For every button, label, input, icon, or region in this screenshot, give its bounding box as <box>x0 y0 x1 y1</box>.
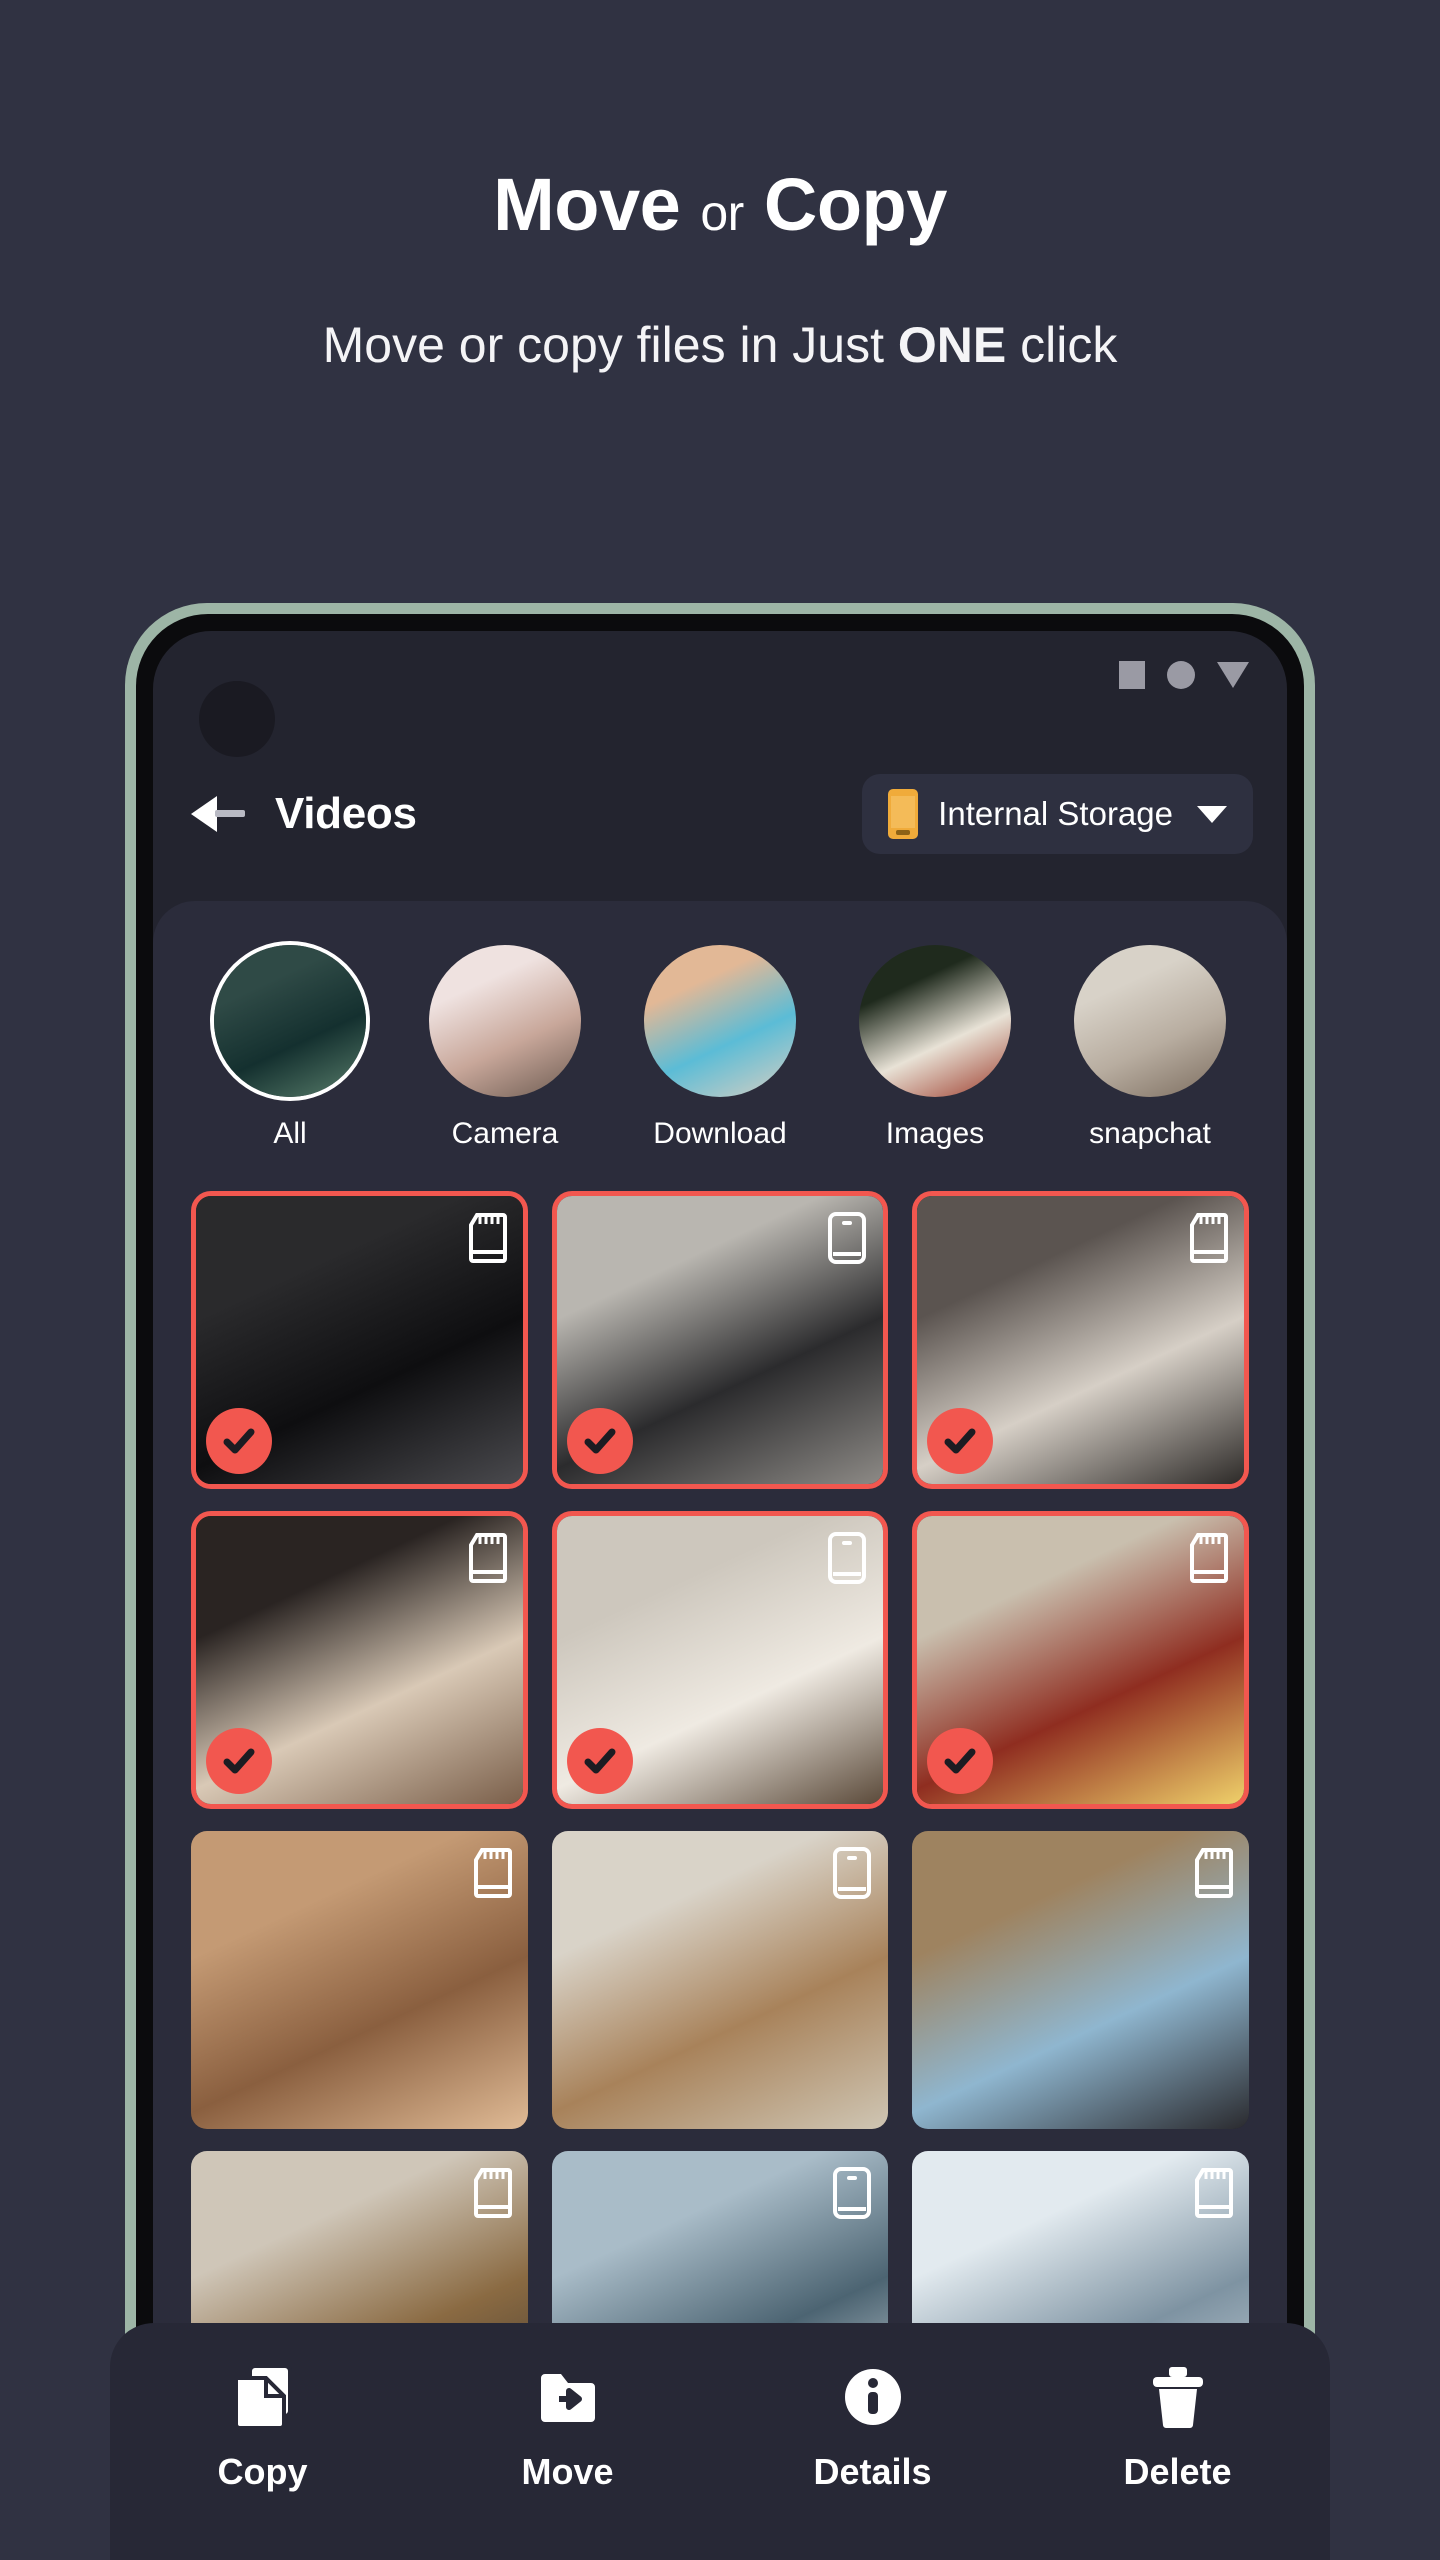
page-subtitle-post: click <box>1006 317 1118 373</box>
phone-frame: Videos Internal Storage All Camera Downloa… <box>125 603 1315 2393</box>
triangle-down-icon <box>1217 662 1249 688</box>
selection-check-icon[interactable] <box>206 1408 272 1474</box>
details-button[interactable]: Details <box>763 2365 983 2493</box>
bottom-action-bar: Copy Move Details Delete <box>110 2323 1330 2560</box>
sd-card-icon <box>467 1532 507 1584</box>
back-arrow-icon[interactable] <box>191 792 247 836</box>
selection-check-icon[interactable] <box>927 1408 994 1474</box>
media-tile[interactable] <box>191 1191 528 1489</box>
media-tile[interactable] <box>551 1511 889 1809</box>
app-bar-title: Videos <box>275 789 417 838</box>
folder-label: Camera <box>451 1117 559 1150</box>
content-card: All Camera Download Images snapchat <box>153 901 1287 2393</box>
storage-selector[interactable]: Internal Storage <box>862 774 1253 854</box>
folder-label: All <box>273 1117 307 1150</box>
folder-chip-all[interactable]: All <box>195 945 385 1151</box>
page-title-move: Move <box>493 163 681 246</box>
square-icon <box>1119 661 1145 689</box>
sd-card-icon <box>472 2167 512 2219</box>
media-tile[interactable] <box>191 1831 528 2129</box>
page-subtitle: Move or copy files in Just ONE click <box>0 320 1440 370</box>
circle-icon <box>1167 661 1195 689</box>
storage-selector-label: Internal Storage <box>938 795 1173 832</box>
folder-thumbnail <box>859 945 1011 1097</box>
folder-chip-snapchat[interactable]: snapchat <box>1055 945 1245 1151</box>
phone-storage-icon <box>888 789 919 839</box>
folder-label: Images <box>885 1117 985 1150</box>
copy-button[interactable]: Copy <box>153 2364 373 2493</box>
folder-filter-row: All Camera Download Images snapchat <box>191 945 1249 1151</box>
folder-thumbnail <box>644 945 796 1097</box>
media-tile[interactable] <box>551 1831 889 2129</box>
copy-label: Copy <box>217 2451 308 2492</box>
phone-icon <box>832 1847 872 1899</box>
sd-card-icon <box>472 1847 512 1899</box>
app-preview-page: Move or Copy Move or copy files in Just … <box>0 0 1440 2560</box>
sd-card-icon <box>1188 1532 1228 1584</box>
media-tile[interactable] <box>912 1831 1249 2129</box>
page-subtitle-emphasis: ONE <box>897 317 1007 373</box>
media-tile[interactable] <box>191 1511 528 1809</box>
app-bar: Videos Internal Storage <box>153 759 1287 869</box>
page-subtitle-pre: Move or copy files in Just <box>322 317 898 373</box>
trash-icon <box>1149 2365 1207 2429</box>
folder-chip-camera[interactable]: Camera <box>410 945 600 1151</box>
media-tile[interactable] <box>551 1191 889 1489</box>
selection-check-icon[interactable] <box>566 1728 633 1794</box>
folder-thumbnail <box>1074 945 1226 1097</box>
folder-chip-download[interactable]: Download <box>625 945 815 1151</box>
chevron-down-icon <box>1197 805 1227 823</box>
move-label: Move <box>521 2451 614 2492</box>
front-camera-punchhole <box>199 681 275 757</box>
phone-icon <box>832 2167 872 2219</box>
folder-thumbnail <box>429 945 581 1097</box>
page-title-copy: Copy <box>763 163 948 246</box>
status-bar <box>1119 655 1249 695</box>
media-tile[interactable] <box>912 1511 1249 1809</box>
phone-bezel: Videos Internal Storage All Camera Downloa… <box>136 614 1304 2393</box>
phone-icon <box>827 1532 867 1584</box>
selection-check-icon[interactable] <box>927 1728 994 1794</box>
phone-icon <box>827 1212 867 1264</box>
phone-screen: Videos Internal Storage All Camera Downloa… <box>153 631 1287 2393</box>
move-button[interactable]: Move <box>458 2365 678 2493</box>
sd-card-icon <box>1193 1847 1233 1899</box>
copy-icon <box>232 2364 294 2430</box>
folder-label: snapchat <box>1089 1117 1211 1150</box>
page-title-or: or <box>700 185 744 241</box>
media-grid <box>191 1191 1249 2393</box>
selection-check-icon[interactable] <box>566 1408 633 1474</box>
folder-move-icon <box>537 2365 599 2429</box>
delete-button[interactable]: Delete <box>1068 2365 1288 2493</box>
folder-thumbnail <box>214 945 366 1097</box>
sd-card-icon <box>467 1212 507 1264</box>
page-title: Move or Copy <box>0 168 1440 242</box>
details-label: Details <box>813 2451 932 2492</box>
media-tile[interactable] <box>912 1191 1249 1489</box>
delete-label: Delete <box>1123 2451 1232 2492</box>
selection-check-icon[interactable] <box>206 1728 272 1794</box>
info-circle-icon <box>842 2365 904 2429</box>
folder-chip-images[interactable]: Images <box>840 945 1030 1151</box>
folder-label: Download <box>653 1117 787 1150</box>
sd-card-icon <box>1193 2167 1233 2219</box>
sd-card-icon <box>1188 1212 1228 1264</box>
